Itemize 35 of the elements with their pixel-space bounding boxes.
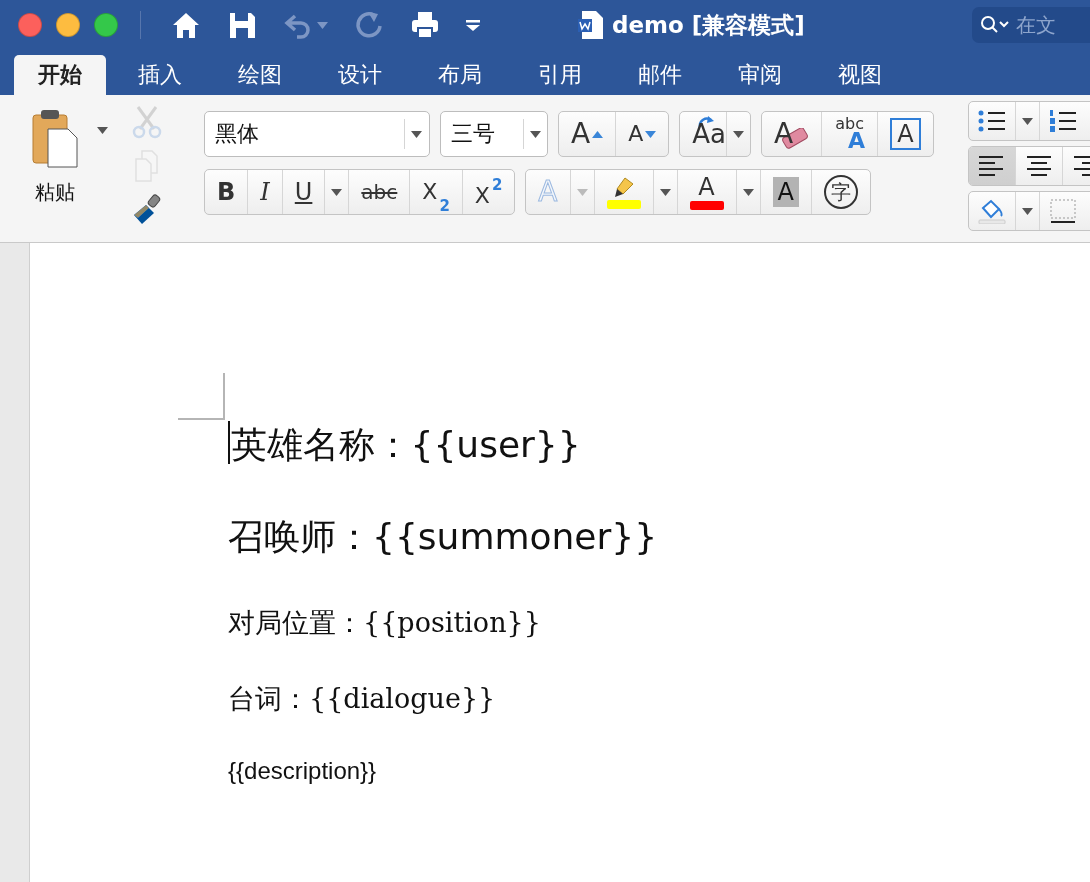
strikethrough-button[interactable]: abc (348, 170, 410, 214)
italic-button[interactable]: I (247, 170, 282, 214)
window-title: demo [兼容模式] (612, 10, 805, 40)
grow-font-button[interactable]: A (559, 112, 616, 156)
font-size-field[interactable]: 三号 (441, 120, 523, 148)
document-page[interactable]: 英雄名称：{{user}} 召唤师：{{summoner}} 对局位置：{{position}} 台词：{{dialogue}} {{description}} (30, 243, 1090, 882)
ribbon-tab[interactable]: 绘图 (214, 55, 306, 95)
search-box[interactable]: 在文 (972, 7, 1090, 43)
document-paragraph: 台词：{{dialogue}} (228, 682, 497, 716)
font-name-field[interactable]: 黑体 (205, 120, 404, 148)
ribbon-tab[interactable]: 邮件 (614, 55, 706, 95)
phonetic-guide-button[interactable]: abc A (821, 112, 878, 156)
character-shading-button[interactable]: A (759, 170, 811, 214)
document-paragraph: 召唤师：{{summoner}} (228, 515, 659, 559)
ribbon-tab[interactable]: 视图 (814, 55, 906, 95)
ribbon-tab[interactable]: 布局 (414, 55, 506, 95)
character-border-button[interactable]: A (877, 112, 933, 156)
clear-formatting-button[interactable]: A (761, 112, 822, 156)
paste-button[interactable]: 粘贴 (20, 101, 90, 206)
ribbon-tab[interactable]: 引用 (514, 55, 606, 95)
ribbon-tab[interactable]: 插入 (114, 55, 206, 95)
ribbon-tab[interactable]: 开始 (14, 55, 106, 95)
document-paragraph: {{description}} (228, 757, 378, 786)
bold-button[interactable]: B (205, 170, 248, 214)
document-paragraph: 对局位置：{{position}} (228, 606, 542, 640)
underline-button[interactable]: U (281, 170, 325, 214)
document-paragraph: 英雄名称：{{user}} (228, 421, 1090, 513)
font-name-combo-box[interactable]: 黑体 (204, 111, 430, 157)
enclose-characters-button[interactable]: 字 (810, 170, 870, 214)
ribbon-tab[interactable]: 审阅 (714, 55, 806, 95)
ribbon-tab[interactable]: 设计 (314, 55, 406, 95)
search-field[interactable]: 在文 (1014, 12, 1074, 38)
shrink-font-button[interactable]: A (615, 112, 669, 156)
font-size-combo-box[interactable]: 三号 (440, 111, 548, 157)
font-color-button[interactable]: A (676, 170, 736, 214)
